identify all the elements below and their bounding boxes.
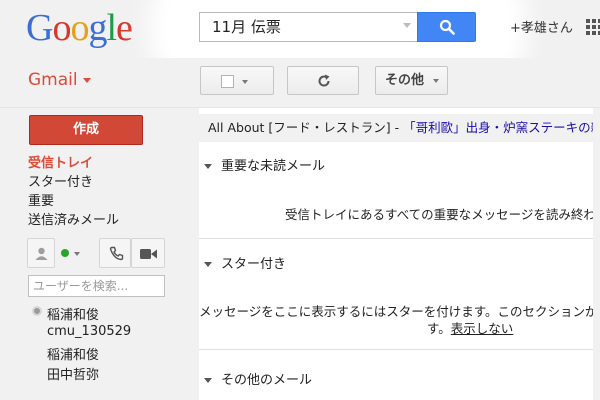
logo-letter-g2: g — [88, 7, 107, 49]
video-call-button[interactable] — [131, 238, 165, 268]
apps-grid-icon[interactable] — [586, 19, 600, 35]
nav-item-inbox[interactable]: 受信トレイ — [28, 152, 93, 171]
starred-info-message: メッセージをここに表示するにはスターを付けます。このセクションが — [199, 304, 598, 319]
collapse-triangle-icon — [204, 164, 212, 169]
search-input[interactable]: 11月 伝票 — [199, 12, 418, 42]
logo-letter-l: l — [106, 7, 117, 49]
search-options-caret-icon[interactable] — [403, 23, 411, 28]
nav-item-important[interactable]: 重要 — [28, 190, 54, 209]
ad-link[interactable]: 「哥利歐」出身・炉窯ステーキの新店 — [403, 120, 600, 135]
status-offline-icon — [32, 306, 42, 316]
contact-item[interactable]: 稲浦和俊 — [47, 344, 99, 363]
google-logo[interactable]: Google — [26, 6, 133, 50]
top-bar: Google 11月 伝票 +孝雄さん — [0, 0, 600, 66]
message-list-panel: All About [フード・レストラン] - 「哥利歐」出身・炉窯ステーキの新… — [199, 108, 600, 400]
select-button[interactable] — [200, 66, 274, 95]
collapse-triangle-icon — [204, 378, 212, 383]
section-other-mail[interactable]: その他のメール — [199, 366, 600, 396]
starred-info-message-end: す。表示しない — [427, 318, 513, 337]
divider — [199, 238, 600, 239]
divider — [199, 349, 600, 350]
collapse-triangle-icon — [204, 262, 212, 267]
nav-item-sent[interactable]: 送信済みメール — [28, 209, 119, 228]
chevron-down-icon — [242, 80, 248, 84]
logo-letter-o1: o — [52, 7, 71, 49]
nav-item-starred[interactable]: スター付き — [28, 171, 93, 190]
section-important-unread[interactable]: 重要な未読メール — [199, 152, 600, 182]
more-button[interactable]: その他 — [375, 66, 448, 95]
chevron-down-icon — [82, 77, 91, 83]
refresh-button[interactable] — [287, 66, 359, 95]
search-icon — [439, 19, 455, 35]
contact-search-input[interactable]: ユーザーを検索... — [28, 275, 165, 297]
phone-call-button[interactable] — [99, 238, 131, 268]
chevron-down-icon — [433, 79, 439, 83]
refresh-icon — [318, 74, 330, 87]
logo-letter-e: e — [116, 7, 133, 49]
section-title: スター付き — [221, 257, 287, 272]
section-starred[interactable]: スター付き — [199, 250, 600, 280]
compose-button[interactable]: 作成 — [29, 115, 143, 145]
person-icon — [35, 247, 48, 260]
scrollbar[interactable] — [593, 108, 600, 400]
logo-letter-o2: o — [70, 7, 89, 49]
avatar[interactable] — [27, 238, 55, 268]
contact-item[interactable]: 田中哲弥 — [47, 364, 99, 383]
starred-info-text: す。 — [427, 321, 451, 336]
logo-letter-g: G — [26, 7, 53, 49]
gmail-menu[interactable]: Gmail — [28, 70, 91, 90]
contact-item[interactable]: 稲浦和俊 — [47, 304, 99, 323]
user-name-link[interactable]: +孝雄さん — [510, 17, 573, 36]
ad-banner[interactable]: All About [フード・レストラン] - 「哥利歐」出身・炉窯ステーキの新… — [199, 114, 600, 142]
hide-section-link[interactable]: 表示しない — [451, 321, 514, 336]
status-online-icon[interactable] — [61, 249, 69, 257]
phone-icon — [109, 246, 124, 261]
chevron-down-icon[interactable] — [74, 252, 80, 256]
video-camera-icon — [140, 249, 157, 259]
more-label: その他 — [385, 73, 425, 88]
section-title: その他のメール — [221, 373, 313, 388]
checkbox-icon — [221, 75, 234, 88]
ad-source: All About [フード・レストラン] - — [208, 120, 404, 135]
gmail-label: Gmail — [28, 70, 78, 90]
section-title: 重要な未読メール — [221, 159, 326, 174]
search-button[interactable] — [417, 12, 476, 42]
contact-item[interactable]: cmu_130529 — [47, 324, 131, 339]
toolbar: Gmail その他 — [0, 58, 600, 108]
empty-section-message: 受信トレイにあるすべての重要なメッセージを読み終わ — [285, 207, 596, 222]
